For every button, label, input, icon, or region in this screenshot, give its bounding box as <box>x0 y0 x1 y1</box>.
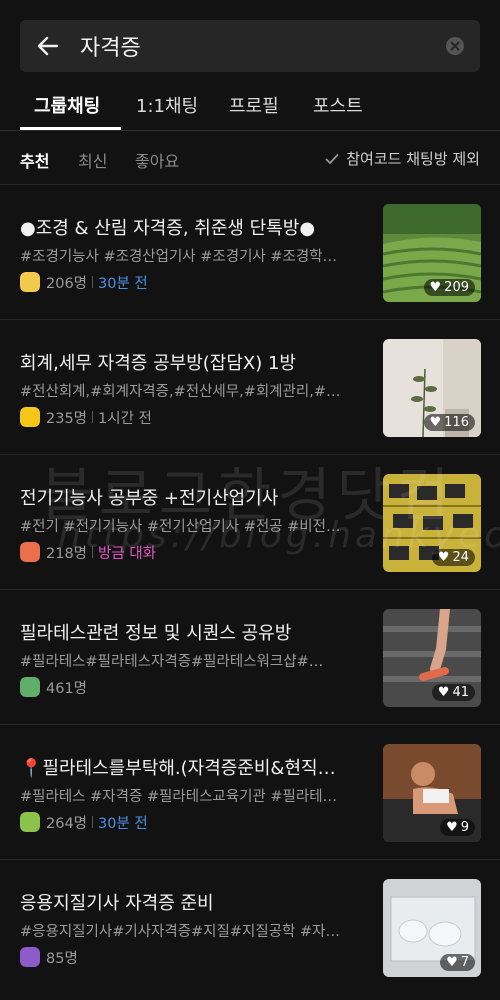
room-meta: 206명 30분 전 <box>20 271 148 293</box>
like-count: 41 <box>452 685 469 700</box>
room-thumbnail: ♥ 9 <box>383 744 481 842</box>
tab-profile[interactable]: 프로필 <box>229 92 279 118</box>
room-meta: 264명 30분 전 <box>20 811 148 833</box>
last-activity: 30분 전 <box>98 815 148 832</box>
sort-latest[interactable]: 최신 <box>78 148 107 172</box>
room-title: 필라테스관련 정보 및 시퀀스 공유방 <box>20 623 292 644</box>
watermark-url: https://blog.hankyeong.com <box>58 515 500 556</box>
last-activity: 1시간 전 <box>98 410 152 427</box>
tab-group-chat[interactable]: 그룹채팅 <box>34 92 100 118</box>
likes-badge: ♥ 7 <box>440 954 475 971</box>
likes-badge: ♥ 41 <box>431 684 475 701</box>
filter-bar: 추천 최신 좋아요 참여코드 채팅방 제외 <box>0 140 500 185</box>
like-count: 209 <box>444 280 469 295</box>
room-meta: 461명 <box>20 676 87 698</box>
room-thumbnail: ♥ 7 <box>383 879 481 977</box>
active-tab-indicator <box>20 127 121 130</box>
like-count: 116 <box>444 415 469 430</box>
member-count: 235명 <box>46 410 88 427</box>
room-meta: 85명 <box>20 946 78 968</box>
room-avatar <box>20 947 40 967</box>
search-bar[interactable]: 자격증 <box>20 20 480 72</box>
tab-post[interactable]: 포스트 <box>313 92 363 118</box>
checkmark-icon <box>325 153 339 164</box>
member-count: 206명 <box>46 275 88 292</box>
room-avatar <box>20 272 40 292</box>
exclude-code-rooms-toggle[interactable]: 참여코드 채팅방 제외 <box>324 148 480 169</box>
tab-one-to-one-chat[interactable]: 1:1채팅 <box>136 92 198 118</box>
room-thumbnail: ♥ 41 <box>383 609 481 707</box>
like-count: 9 <box>460 820 469 835</box>
room-tags: #전산회계,#회계자격증,#전산세무,#회계관리,#… <box>20 384 341 400</box>
like-count: 7 <box>460 955 469 970</box>
likes-badge: ♥ 116 <box>423 414 475 431</box>
room-thumbnail: ♥ 116 <box>383 339 481 437</box>
likes-badge: ♥ 209 <box>423 279 475 296</box>
room-avatar <box>20 407 40 427</box>
room-title: 회계,세무 자격증 공부방(잡담X) 1방 <box>20 353 296 374</box>
room-tags: #필라테스#필라테스자격증#필라테스워크샵#… <box>20 654 324 670</box>
heart-icon: ♥ <box>437 685 450 700</box>
meta-divider <box>92 411 94 423</box>
room-thumbnail: ♥ 209 <box>383 204 481 302</box>
list-item[interactable]: 회계,세무 자격증 공부방(잡담X) 1방 #전산회계,#회계자격증,#전산세무… <box>0 320 500 455</box>
room-avatar <box>20 542 40 562</box>
list-item[interactable]: 📍필라테스를부탁해.(자격증준비&현직… #필라테스 #자격증 #필라테스교육기… <box>0 725 500 860</box>
room-title: 응용지질기사 자격증 준비 <box>20 893 214 914</box>
room-title: 📍필라테스를부탁해.(자격증준비&현직… <box>20 758 336 779</box>
room-avatar <box>20 812 40 832</box>
sort-recommended[interactable]: 추천 <box>20 148 49 172</box>
clear-search-icon[interactable] <box>430 20 480 72</box>
exclude-code-rooms-label: 참여코드 채팅방 제외 <box>346 150 480 168</box>
room-avatar <box>20 677 40 697</box>
room-tags: #조경기능사 #조경산업기사 #조경기사 #조경학… <box>20 249 338 265</box>
likes-badge: ♥ 9 <box>440 819 475 836</box>
room-title: ●조경 & 산림 자격증, 취준생 단톡방● <box>20 218 316 239</box>
result-tabs: 그룹채팅 1:1채팅 프로필 포스트 <box>0 82 500 131</box>
heart-icon: ♥ <box>429 280 442 295</box>
heart-icon: ♥ <box>446 820 458 835</box>
search-input[interactable]: 자격증 <box>76 30 430 62</box>
member-count: 461명 <box>46 680 88 697</box>
member-count: 264명 <box>46 815 88 832</box>
room-meta: 235명 1시간 전 <box>20 406 152 428</box>
room-tags: #필라테스 #자격증 #필라테스교육기관 #필라테… <box>20 789 338 805</box>
last-activity: 30분 전 <box>98 275 148 292</box>
list-item[interactable]: 응용지질기사 자격증 준비 #응용지질기사#기사자격증#지질#지질공학 #자… … <box>0 860 500 994</box>
meta-divider <box>92 276 94 288</box>
list-item[interactable]: 필라테스관련 정보 및 시퀀스 공유방 #필라테스#필라테스자격증#필라테스워크… <box>0 590 500 725</box>
room-tags: #응용지질기사#기사자격증#지질#지질공학 #자… <box>20 924 340 940</box>
member-count: 85명 <box>46 950 78 967</box>
meta-divider <box>92 816 94 828</box>
sort-likes[interactable]: 좋아요 <box>135 148 179 172</box>
heart-icon: ♥ <box>446 955 458 970</box>
list-item[interactable]: ●조경 & 산림 자격증, 취준생 단톡방● #조경기능사 #조경산업기사 #조… <box>0 185 500 320</box>
heart-icon: ♥ <box>429 415 442 430</box>
back-arrow-icon[interactable] <box>20 20 76 72</box>
